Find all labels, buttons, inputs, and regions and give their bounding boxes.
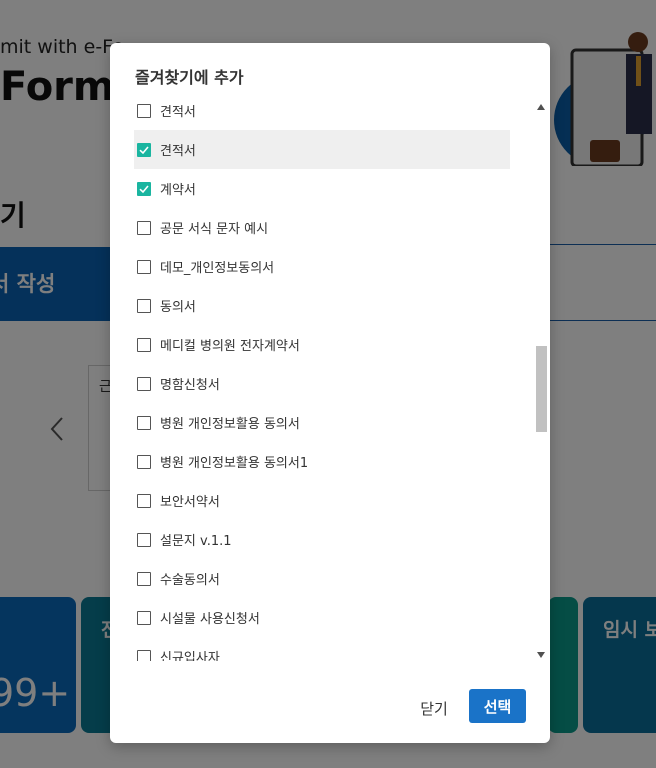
checkbox-checked[interactable]	[137, 142, 151, 157]
list-item-label: 보안서약서	[160, 495, 220, 510]
list-item-label: 동의서	[160, 300, 196, 315]
checkbox[interactable]	[137, 571, 151, 586]
list-item-label: 설문지 v.1.1	[160, 534, 232, 549]
checkbox[interactable]	[137, 415, 151, 430]
checkbox[interactable]	[137, 298, 151, 313]
list-item[interactable]: 신규입사자	[134, 637, 510, 661]
checkmark-icon	[139, 184, 149, 193]
checkbox[interactable]	[137, 610, 151, 625]
list-item[interactable]: 견적서	[134, 101, 510, 130]
list-item[interactable]: 데모_개인정보동의서	[134, 247, 510, 286]
checkbox[interactable]	[137, 454, 151, 469]
list-item[interactable]: 메디컬 병의원 전자계약서	[134, 325, 510, 364]
template-list-viewport[interactable]: 견적서 견적서 계약서 공문 서식 문자 예시 데모_개인정보동의서 동의서 메디컬 병의원…	[110, 101, 550, 661]
list-item-label: 신규입사자	[160, 651, 220, 661]
list-item[interactable]: 보안서약서	[134, 481, 510, 520]
list-item-label: 견적서	[160, 105, 196, 120]
list-item-label: 메디컬 병의원 전자계약서	[160, 339, 300, 354]
list-item[interactable]: 계약서	[134, 169, 510, 208]
template-list: 견적서 견적서 계약서 공문 서식 문자 예시 데모_개인정보동의서 동의서 메디컬 병의원…	[134, 101, 510, 661]
list-item-label: 공문 서식 문자 예시	[160, 222, 269, 237]
list-item[interactable]: 공문 서식 문자 예시	[134, 208, 510, 247]
list-scrollbar[interactable]	[535, 101, 547, 661]
list-item-label: 병원 개인정보활용 동의서	[160, 417, 300, 432]
list-item-label: 견적서	[160, 144, 196, 159]
list-item[interactable]: 수술동의서	[134, 559, 510, 598]
checkbox[interactable]	[137, 259, 151, 274]
list-item[interactable]: 병원 개인정보활용 동의서1	[134, 442, 510, 481]
scroll-up-arrow-icon[interactable]	[535, 101, 547, 113]
checkbox[interactable]	[137, 532, 151, 547]
list-item[interactable]: 동의서	[134, 286, 510, 325]
checkbox[interactable]	[137, 376, 151, 391]
list-item-label: 명함신청서	[160, 378, 220, 393]
close-button[interactable]: 닫기	[410, 693, 458, 723]
dialog-title: 즐겨찾기에 추가	[135, 68, 244, 87]
list-item[interactable]: 명함신청서	[134, 364, 510, 403]
select-button[interactable]: 선택	[469, 689, 526, 723]
checkbox[interactable]	[137, 337, 151, 352]
checkbox[interactable]	[137, 649, 151, 661]
list-item[interactable]: 시설물 사용신청서	[134, 598, 510, 637]
checkmark-icon	[139, 145, 149, 154]
add-favorite-dialog: 즐겨찾기에 추가 견적서 견적서 계약서 공문 서식 문자 예시 데모_개인정보동의서 동…	[110, 43, 550, 743]
list-item-label: 병원 개인정보활용 동의서1	[160, 456, 309, 471]
list-item-label: 데모_개인정보동의서	[160, 261, 275, 276]
checkbox[interactable]	[137, 103, 151, 118]
scrollbar-thumb[interactable]	[536, 346, 547, 432]
list-item[interactable]: 설문지 v.1.1	[134, 520, 510, 559]
checkbox[interactable]	[137, 493, 151, 508]
checkbox[interactable]	[137, 220, 151, 235]
scroll-down-arrow-icon[interactable]	[535, 649, 547, 661]
list-item-label: 계약서	[160, 183, 196, 198]
list-item[interactable]: 견적서	[134, 130, 510, 169]
checkbox-checked[interactable]	[137, 181, 151, 196]
list-item[interactable]: 병원 개인정보활용 동의서	[134, 403, 510, 442]
list-item-label: 시설물 사용신청서	[160, 612, 260, 627]
list-item-label: 수술동의서	[160, 573, 220, 588]
